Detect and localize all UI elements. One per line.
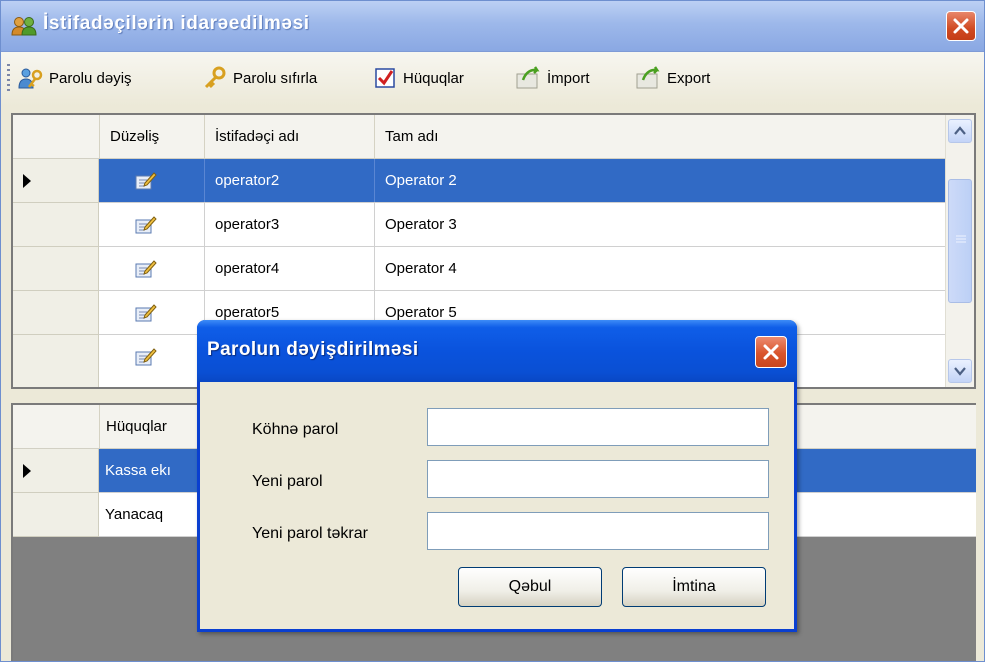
chevron-down-icon (954, 367, 966, 376)
export-button[interactable]: Export (633, 64, 710, 92)
scroll-up-button[interactable] (948, 119, 972, 143)
username-cell[interactable]: operator2 (204, 159, 374, 202)
window-titlebar[interactable]: İstifadəçilərin idarəedilməsi (1, 1, 984, 52)
username-cell[interactable]: operator4 (204, 247, 374, 290)
key-user-icon (18, 68, 43, 89)
row-header[interactable] (13, 291, 99, 335)
row-header[interactable] (13, 335, 99, 387)
scroll-down-button[interactable] (948, 359, 972, 383)
current-row-arrow-icon (23, 174, 31, 188)
column-edit[interactable]: Düzəliş (99, 115, 204, 158)
row-header[interactable] (13, 159, 99, 203)
reset-password-button[interactable]: Parolu sıfırla (201, 64, 317, 92)
edit-cell[interactable] (99, 159, 204, 202)
column-username[interactable]: İstifadəçi adı (204, 115, 374, 158)
edit-icon (135, 348, 157, 366)
row-header[interactable] (13, 449, 99, 493)
change-password-button[interactable]: Parolu dəyiş (17, 64, 132, 92)
table-row[interactable]: operator3 Operator 3 (99, 203, 946, 247)
username-cell[interactable]: operator3 (204, 203, 374, 246)
fullname-cell[interactable]: Operator 3 (374, 203, 946, 246)
import-label: İmport (547, 69, 590, 87)
old-password-label: Köhnə parol (252, 421, 339, 438)
fullname-cell[interactable]: Operator 2 (374, 159, 946, 202)
new-password-label: Yeni parol (252, 473, 323, 490)
export-label: Export (667, 69, 711, 87)
dialog-close-button[interactable] (755, 336, 787, 368)
users-icon (11, 17, 37, 36)
cancel-button[interactable]: İmtina (622, 567, 766, 607)
edit-icon (135, 304, 157, 322)
dialog-titlebar[interactable]: Parolun dəyişdirilməsi (197, 320, 797, 382)
export-icon (636, 66, 660, 89)
edit-cell[interactable] (99, 203, 204, 246)
edit-icon (135, 172, 157, 190)
edit-icon (135, 216, 157, 234)
table-row[interactable]: operator2 Operator 2 (99, 159, 946, 203)
change-password-label: Parolu dəyiş (49, 69, 132, 87)
edit-icon (135, 260, 157, 278)
row-header[interactable] (13, 247, 99, 291)
dialog-title: Parolun dəyişdirilməsi (207, 339, 419, 360)
import-icon (516, 66, 540, 89)
close-icon (953, 18, 969, 34)
chevron-up-icon (954, 126, 966, 135)
edit-cell[interactable] (99, 247, 204, 290)
users-grid-scrollbar[interactable] (945, 115, 974, 387)
import-button[interactable]: İmport (513, 64, 590, 92)
users-grid-header: Düzəliş İstifadəçi adı Tam adı (13, 115, 946, 159)
row-header[interactable] (13, 493, 99, 537)
repeat-password-field[interactable] (427, 512, 769, 550)
old-password-field[interactable] (427, 408, 769, 446)
close-icon (763, 344, 779, 360)
checkbox-icon (375, 68, 395, 88)
key-reset-icon (204, 66, 226, 89)
grip-lines-icon (956, 235, 966, 243)
toolbar-grip[interactable] (7, 64, 10, 92)
rights-button[interactable]: Hüquqlar (373, 64, 464, 92)
repeat-password-label: Yeni parol təkrar (252, 525, 368, 542)
row-header[interactable] (13, 203, 99, 247)
row-header-corner (13, 405, 99, 448)
scroll-thumb[interactable] (948, 179, 972, 303)
fullname-cell[interactable]: Operator 4 (374, 247, 946, 290)
change-password-dialog: Parolun dəyişdirilməsi Köhnə parol Yeni … (197, 320, 797, 632)
rights-label: Hüquqlar (403, 69, 464, 87)
reset-password-label: Parolu sıfırla (233, 69, 318, 87)
toolbar: Parolu dəyiş Parolu sıfırla Hüquqlar İmp… (1, 52, 984, 106)
edit-cell[interactable] (99, 291, 204, 334)
new-password-field[interactable] (427, 460, 769, 498)
window-close-button[interactable] (946, 11, 976, 41)
column-fullname[interactable]: Tam adı (374, 115, 946, 158)
edit-cell[interactable] (99, 335, 204, 378)
accept-button[interactable]: Qəbul (458, 567, 602, 607)
current-row-arrow-icon (23, 464, 31, 478)
window-title: İstifadəçilərin idarəedilməsi (43, 13, 310, 34)
table-row[interactable]: operator4 Operator 4 (99, 247, 946, 291)
row-header-corner (13, 115, 99, 158)
